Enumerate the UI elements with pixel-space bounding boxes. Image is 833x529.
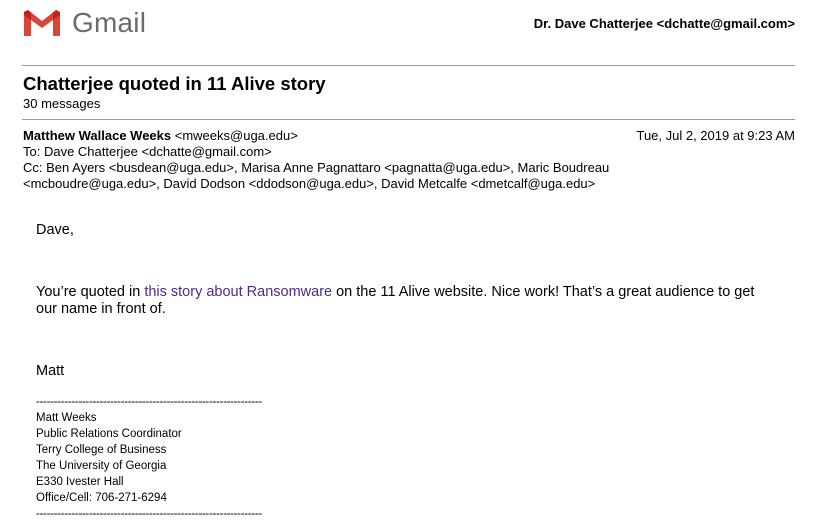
to-recipients: To: Dave Chatterjee <dchatte@gmail.com>: [23, 144, 272, 159]
cc-recipients-line-1: Cc: Ben Ayers <busdean@uga.edu>, Marisa …: [23, 160, 610, 175]
gmail-envelope-icon: [22, 8, 62, 38]
cc-recipients-line-2: <mcboudre@uga.edu>, David Dodson <ddodso…: [23, 176, 596, 191]
message-header: Matthew Wallace Weeks <mweeks@uga.edu> T…: [23, 128, 795, 192]
body-paragraph: You’re quoted in this story about Ransom…: [36, 284, 776, 318]
account-identity: Dr. Dave Chatterjee <dchatte@gmail.com>: [533, 16, 795, 31]
thread-message-count: 30 messages: [23, 96, 101, 111]
sender-email: <mweeks@uga.edu>: [174, 128, 298, 143]
thread-subject: Chatterjee quoted in 11 Alive story: [23, 73, 326, 94]
from-line: Matthew Wallace Weeks <mweeks@uga.edu> T…: [23, 128, 795, 144]
header-divider: [22, 65, 795, 66]
thread-divider: [22, 119, 795, 120]
gmail-logo: Gmail: [22, 6, 146, 40]
gmail-header: Gmail Dr. Dave Chatterjee <dchatte@gmail…: [22, 6, 795, 42]
signature-title: Public Relations Coordinator: [36, 428, 182, 440]
signature-phone: Office/Cell: 706-271-6294: [36, 492, 167, 504]
signature-college: Terry College of Business: [36, 444, 167, 456]
story-link[interactable]: this story about Ransomware: [144, 284, 332, 300]
body-text-before-link: You’re quoted in: [36, 284, 145, 300]
email-signature: ----------------------------------------…: [36, 394, 262, 522]
message-date: Tue, Jul 2, 2019 at 9:23 AM: [636, 128, 795, 143]
signature-separator-bottom: ----------------------------------------…: [36, 508, 262, 520]
signature-university: The University of Georgia: [36, 460, 167, 472]
gmail-logo-text: Gmail: [72, 7, 147, 38]
signature-separator-top: ----------------------------------------…: [36, 396, 262, 408]
signoff: Matt: [36, 363, 65, 379]
greeting: Dave,: [36, 222, 74, 238]
signature-name: Matt Weeks: [36, 412, 97, 424]
signature-office: E330 Ivester Hall: [36, 476, 124, 488]
sender: Matthew Wallace Weeks <mweeks@uga.edu>: [23, 128, 298, 144]
sender-name: Matthew Wallace Weeks: [23, 128, 172, 143]
